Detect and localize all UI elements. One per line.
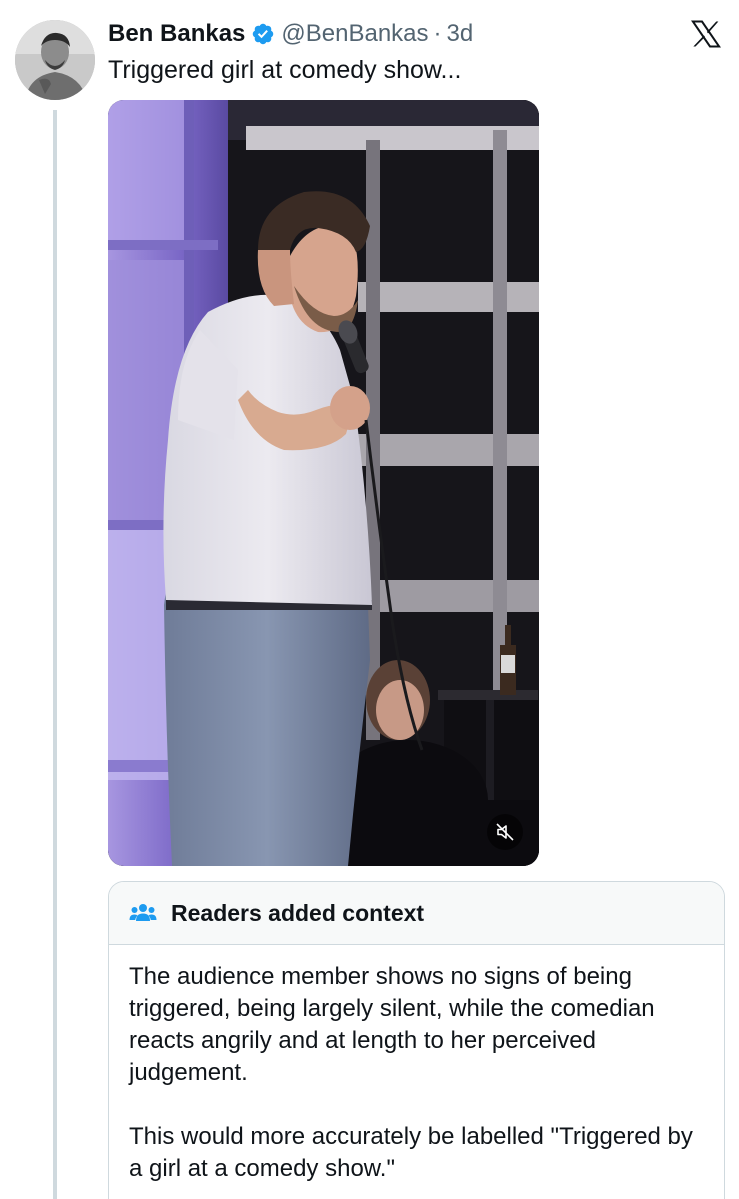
- handle[interactable]: @BenBankas: [281, 20, 428, 48]
- timestamp[interactable]: 3d: [447, 20, 474, 48]
- tweet-text: Triggered girl at comedy show...: [108, 56, 462, 84]
- speaker-muted-icon: [495, 822, 515, 842]
- community-note-paragraph: This would more accurately be labelled "…: [129, 1123, 693, 1182]
- people-icon: [129, 902, 157, 924]
- thread-line: [53, 110, 57, 1199]
- community-note-paragraph: The audience member shows no signs of be…: [129, 963, 655, 1086]
- display-name[interactable]: Ben Bankas: [108, 20, 245, 48]
- video-player[interactable]: [108, 100, 539, 866]
- verified-badge-icon: [251, 22, 275, 46]
- x-logo-icon[interactable]: [691, 20, 721, 48]
- community-note-title: Readers added context: [171, 899, 425, 926]
- community-note-header[interactable]: Readers added context: [109, 882, 724, 945]
- separator-dot: ·: [433, 20, 442, 47]
- community-note: Readers added context The audience membe…: [108, 881, 725, 1199]
- avatar[interactable]: [15, 20, 95, 100]
- mute-button[interactable]: [487, 814, 523, 850]
- community-note-body: The audience member shows no signs of be…: [109, 945, 724, 1185]
- video-frame: [108, 100, 539, 866]
- tweet-header: Ben Bankas @BenBankas · 3d: [108, 18, 473, 50]
